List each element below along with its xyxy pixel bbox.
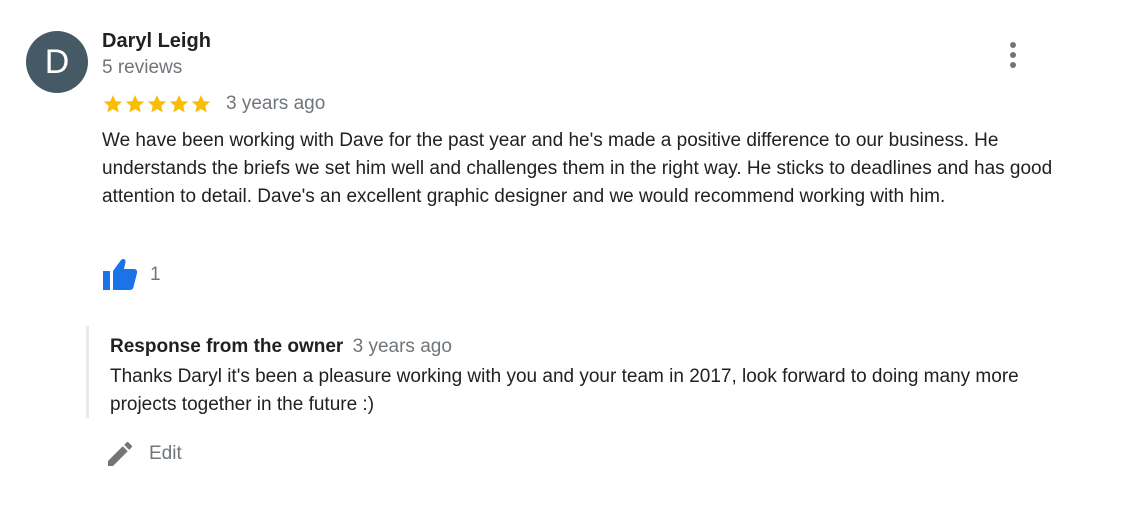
star-icon	[191, 95, 211, 113]
review-count[interactable]: 5 reviews	[102, 57, 182, 79]
edit-label: Edit	[149, 443, 182, 464]
avatar[interactable]: D	[26, 31, 88, 93]
review-date: 3 years ago	[226, 93, 326, 114]
owner-response: Response from the owner 3 years ago Than…	[86, 326, 1079, 418]
star-icon	[147, 95, 167, 113]
more-options-button[interactable]	[1000, 38, 1026, 72]
star-icon	[125, 95, 145, 113]
star-icon	[169, 95, 189, 113]
owner-response-date: 3 years ago	[352, 336, 452, 357]
like-count: 1	[150, 264, 161, 285]
rating-row: 3 years ago	[102, 90, 325, 118]
star-icon	[103, 95, 123, 113]
star-rating	[102, 93, 212, 115]
like-row: 1	[102, 258, 161, 292]
owner-response-title: Response from the owner	[110, 336, 344, 357]
pencil-icon	[108, 441, 133, 466]
owner-response-text: Thanks Daryl it's been a pleasure workin…	[110, 366, 1019, 415]
reviewer-name[interactable]: Daryl Leigh	[102, 30, 211, 53]
thumbs-up-icon[interactable]	[102, 258, 138, 292]
review-text: We have been working with Dave for the p…	[102, 130, 1053, 207]
edit-button[interactable]: Edit	[104, 438, 182, 470]
owner-response-header: Response from the owner 3 years ago	[110, 336, 452, 358]
